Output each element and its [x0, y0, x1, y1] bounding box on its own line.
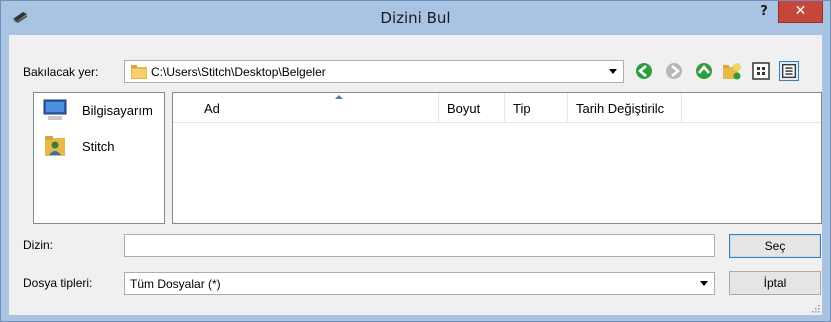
- dialog-body: Bakılacak yer: C:\Users\Stitch\Desktop\B…: [9, 35, 822, 315]
- select-button[interactable]: Seç: [729, 234, 821, 258]
- directory-label: Dizin:: [23, 238, 54, 252]
- lookin-combo[interactable]: C:\Users\Stitch\Desktop\Belgeler: [124, 60, 624, 83]
- lookin-label: Bakılacak yer:: [23, 65, 99, 79]
- place-label-computer: Bilgisayarım: [82, 103, 153, 118]
- cancel-button[interactable]: İptal: [729, 271, 821, 295]
- close-button[interactable]: ✕: [778, 1, 823, 23]
- place-item-stitch[interactable]: Stitch: [40, 134, 162, 158]
- computer-icon: [43, 99, 67, 120]
- column-label-type: Tip: [513, 101, 531, 116]
- forward-icon[interactable]: [664, 61, 684, 81]
- column-header-name[interactable]: Ad: [196, 93, 439, 123]
- view-details-icon[interactable]: [779, 61, 799, 81]
- chevron-down-icon[interactable]: [609, 69, 617, 74]
- column-header-type[interactable]: Tip: [505, 93, 568, 123]
- place-label-stitch: Stitch: [82, 139, 115, 154]
- filetypes-combo[interactable]: Tüm Dosyalar (*): [124, 272, 715, 295]
- column-label-date: Tarih Değiştirilc: [576, 101, 665, 116]
- filetypes-label: Dosya tipleri:: [23, 276, 93, 290]
- title-bar[interactable]: Dizini Bul ? ✕: [1, 1, 830, 35]
- places-panel: Bilgisayarım Stitch: [33, 92, 165, 224]
- filetypes-selected: Tüm Dosyalar (*): [130, 277, 221, 291]
- column-header-date[interactable]: Tarih Değiştirilc: [568, 93, 682, 123]
- lookin-path: C:\Users\Stitch\Desktop\Belgeler: [151, 65, 326, 79]
- view-icons-icon[interactable]: [751, 61, 771, 81]
- chevron-down-icon[interactable]: [700, 281, 708, 286]
- column-spacer: [173, 93, 196, 123]
- window-title: Dizini Bul: [380, 9, 451, 27]
- column-filler: [682, 93, 821, 123]
- dialog-window: Dizini Bul ? ✕ Bakılacak yer: C:\Users\S…: [0, 0, 831, 322]
- resize-grip-icon[interactable]: [812, 305, 820, 313]
- sort-ascending-icon: [335, 95, 343, 99]
- file-list[interactable]: Ad Boyut Tip Tarih Değiştirilc: [172, 92, 822, 224]
- user-folder-icon: [45, 136, 65, 156]
- directory-input[interactable]: [124, 234, 715, 257]
- help-button[interactable]: ?: [751, 1, 777, 23]
- new-folder-icon[interactable]: [722, 61, 742, 81]
- column-header-size[interactable]: Boyut: [439, 93, 505, 123]
- place-item-computer[interactable]: Bilgisayarım: [40, 98, 162, 122]
- folder-icon: [131, 65, 147, 79]
- up-folder-icon[interactable]: [694, 61, 714, 81]
- back-icon[interactable]: [634, 61, 654, 81]
- column-label-name: Ad: [204, 101, 220, 116]
- column-label-size: Boyut: [447, 101, 481, 116]
